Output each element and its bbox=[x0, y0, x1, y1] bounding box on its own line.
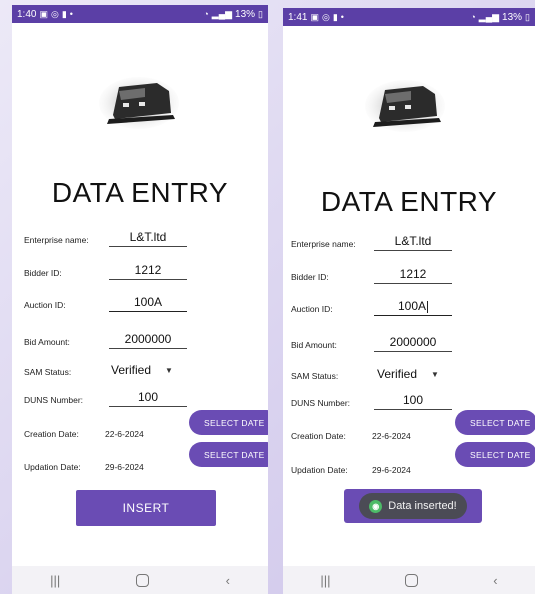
whatsapp-icon: ◎ bbox=[321, 11, 330, 22]
updation-select-date-button[interactable]: SELECT DATE bbox=[455, 442, 535, 467]
sam-status-label: SAM Status: bbox=[24, 367, 72, 377]
auction-id-input[interactable]: 100A bbox=[374, 294, 452, 316]
page-title: DATA ENTRY bbox=[51, 177, 229, 208]
updation-date-label: Updation Date: bbox=[291, 465, 348, 475]
battery-icon: ▯ bbox=[258, 8, 263, 19]
train-logo-icon bbox=[99, 77, 179, 129]
recents-icon[interactable]: ||| bbox=[320, 574, 330, 587]
nav-bar: ||| ‹ bbox=[283, 566, 535, 594]
updation-date-value: 29-6-2024 bbox=[372, 465, 411, 475]
wifi-icon: ◔ bbox=[203, 8, 209, 19]
sam-status-label: SAM Status: bbox=[291, 371, 339, 381]
creation-date-label: Creation Date: bbox=[24, 429, 79, 439]
duns-number-input[interactable]: 100 bbox=[109, 385, 187, 407]
lock-icon: ▮ bbox=[332, 11, 338, 22]
enterprise-name-input[interactable]: L&T.ltd bbox=[374, 229, 452, 251]
back-icon[interactable]: ‹ bbox=[226, 574, 230, 587]
lock-icon: ▮ bbox=[61, 8, 67, 19]
creation-select-date-button[interactable]: SELECT DATE bbox=[189, 410, 268, 435]
dot-icon: • bbox=[340, 11, 344, 22]
form-row-sam: SAM Status: Verified ▼ bbox=[12, 351, 268, 381]
bidder-id-input[interactable]: 1212 bbox=[374, 262, 452, 284]
page-title: DATA ENTRY bbox=[320, 186, 498, 217]
bid-amount-label: Bid Amount: bbox=[24, 337, 70, 347]
auction-id-label: Auction ID: bbox=[24, 300, 66, 310]
nav-bar: ||| ‹ bbox=[12, 566, 268, 594]
form-row-bidder: Bidder ID: 1212 bbox=[12, 252, 268, 282]
bidder-id-label: Bidder ID: bbox=[24, 268, 62, 278]
sam-status-value: Verified bbox=[111, 363, 152, 377]
signal-icon: ▂▄▆ bbox=[211, 8, 233, 19]
wifi-icon: ◔ bbox=[470, 11, 476, 22]
form-row-bid: Bid Amount: 2000000 bbox=[283, 324, 535, 354]
form-row-bidder: Bidder ID: 1212 bbox=[283, 256, 535, 286]
dot-icon: • bbox=[69, 8, 73, 19]
creation-date-value: 22-6-2024 bbox=[372, 431, 411, 441]
enterprise-name-input[interactable]: L&T.ltd bbox=[109, 225, 187, 247]
sam-status-dropdown[interactable]: Verified ▼ bbox=[111, 363, 173, 377]
bid-amount-input[interactable]: 2000000 bbox=[109, 327, 187, 349]
battery-percent: 13% bbox=[502, 11, 523, 23]
phone-screen-right: 1:41 ▣ ◎ ▮ • ◔ ▂▄▆ 13% ▯ DATA ENTRY Ente… bbox=[283, 8, 535, 594]
bidder-id-input[interactable]: 1212 bbox=[109, 258, 187, 280]
whatsapp-icon: ◎ bbox=[50, 8, 59, 19]
battery-icon: ▯ bbox=[525, 11, 530, 22]
form-row-duns: DUNS Number: 100 bbox=[283, 382, 535, 412]
dropdown-caret-icon: ▼ bbox=[431, 369, 439, 379]
sam-status-value: Verified bbox=[377, 367, 418, 381]
app-icon: ◉ bbox=[369, 499, 383, 513]
auction-id-value: 100A bbox=[397, 299, 427, 313]
enterprise-label: Enterprise name: bbox=[291, 239, 356, 249]
toast-text: Data inserted! bbox=[388, 500, 457, 512]
form-row-auction: Auction ID: 100A bbox=[12, 284, 268, 314]
phone-screen-left: 1:40 ▣ ◎ ▮ • ◔ ▂▄▆ 13% ▯ DATA ENTRY Ente… bbox=[12, 5, 268, 594]
form-row-enterprise: Enterprise name: L&T.ltd bbox=[283, 223, 535, 253]
form-row-sam: SAM Status: Verified ▼ bbox=[283, 355, 535, 385]
train-logo-icon bbox=[365, 80, 445, 132]
form-row-duns: DUNS Number: 100 bbox=[12, 379, 268, 409]
status-bar: 1:40 ▣ ◎ ▮ • ◔ ▂▄▆ 13% ▯ bbox=[12, 5, 268, 23]
back-icon[interactable]: ‹ bbox=[493, 574, 497, 587]
home-icon[interactable] bbox=[405, 573, 419, 587]
toast-message: ◉ Data inserted! bbox=[359, 493, 467, 519]
status-time: 1:41 bbox=[288, 11, 308, 23]
status-bar: 1:41 ▣ ◎ ▮ • ◔ ▂▄▆ 13% ▯ bbox=[283, 8, 535, 26]
insert-button[interactable]: ◉ Data inserted! bbox=[344, 489, 482, 523]
updation-select-date-button[interactable]: SELECT DATE bbox=[189, 442, 268, 467]
form-row-enterprise: Enterprise name: L&T.ltd bbox=[12, 219, 268, 249]
auction-id-label: Auction ID: bbox=[291, 304, 333, 314]
image-icon: ▣ bbox=[310, 11, 319, 22]
form-row-auction: Auction ID: 100A bbox=[283, 288, 535, 318]
recents-icon[interactable]: ||| bbox=[50, 574, 60, 587]
battery-percent: 13% bbox=[235, 8, 256, 20]
bid-amount-input[interactable]: 2000000 bbox=[374, 330, 452, 352]
auction-id-input[interactable]: 100A bbox=[109, 290, 187, 312]
form-row-bid: Bid Amount: 2000000 bbox=[12, 321, 268, 351]
duns-number-label: DUNS Number: bbox=[291, 398, 351, 408]
bid-amount-label: Bid Amount: bbox=[291, 340, 337, 350]
insert-button[interactable]: INSERT bbox=[76, 490, 216, 526]
duns-number-label: DUNS Number: bbox=[24, 395, 84, 405]
creation-date-value: 22-6-2024 bbox=[105, 429, 144, 439]
updation-date-value: 29-6-2024 bbox=[105, 462, 144, 472]
duns-number-input[interactable]: 100 bbox=[374, 388, 452, 410]
image-icon: ▣ bbox=[39, 8, 48, 19]
sam-status-dropdown[interactable]: Verified ▼ bbox=[377, 367, 439, 381]
status-time: 1:40 bbox=[17, 8, 37, 20]
updation-date-label: Updation Date: bbox=[24, 462, 81, 472]
signal-icon: ▂▄▆ bbox=[478, 11, 500, 22]
creation-select-date-button[interactable]: SELECT DATE bbox=[455, 410, 535, 435]
home-icon[interactable] bbox=[136, 573, 150, 587]
enterprise-label: Enterprise name: bbox=[24, 235, 89, 245]
bidder-id-label: Bidder ID: bbox=[291, 272, 329, 282]
dropdown-caret-icon: ▼ bbox=[165, 365, 173, 375]
text-cursor bbox=[427, 301, 429, 313]
creation-date-label: Creation Date: bbox=[291, 431, 346, 441]
